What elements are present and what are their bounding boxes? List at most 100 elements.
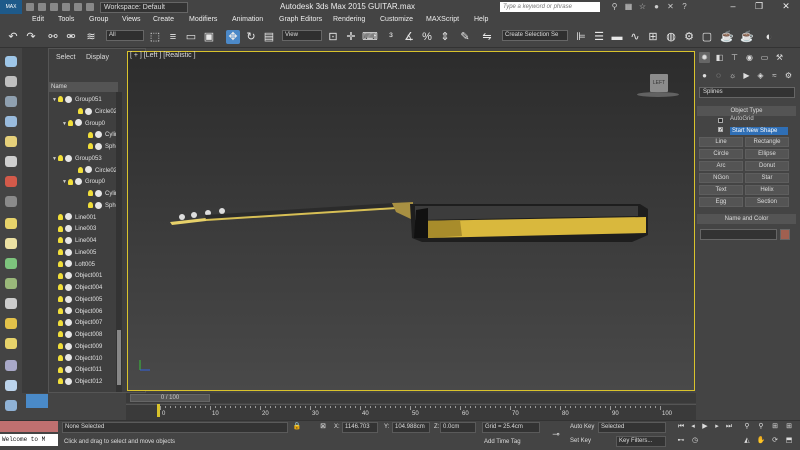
y-coord-field[interactable]: 104.988cm [392,422,430,433]
pivot-center-icon[interactable]: ⊡ [326,30,340,44]
explorer-row[interactable]: Sphe [82,201,119,211]
x-coord-field[interactable]: 1146.703 [342,422,378,433]
visibility-bulb-icon[interactable] [58,96,63,103]
viewcube[interactable]: LEFT [650,74,668,92]
layer-manager-icon[interactable]: ☰ [592,30,606,44]
help-icon[interactable]: ? [680,2,689,11]
visibility-bulb-icon[interactable] [58,296,63,303]
zoom-all-icon[interactable]: ⚲ [756,422,766,432]
set-key-button[interactable]: Set Key [570,436,591,447]
display-dependents-icon[interactable] [5,360,17,371]
visibility-bulb-icon[interactable] [58,319,63,326]
explorer-scroll-thumb[interactable] [117,330,121,385]
spinner-snap-icon[interactable]: ⇕ [438,30,452,44]
visibility-bulb-icon[interactable] [58,331,63,338]
render-production-icon[interactable]: ☕ [720,30,734,44]
zoom-extents-all-icon[interactable]: ⊞ [784,422,794,432]
key-filters-button[interactable]: Key Filters... [616,436,666,447]
open-file-icon[interactable] [38,3,46,11]
menu-customize[interactable]: Customize [380,16,413,23]
display-hidden-icon[interactable] [5,318,17,329]
render-setup-icon[interactable]: ⚙ [682,30,696,44]
explorer-row[interactable]: ▼ Group0 [62,119,105,129]
display-groups-icon[interactable] [5,218,17,229]
menu-create[interactable]: Create [153,16,174,23]
explorer-row[interactable]: Line001 [52,213,96,223]
field-of-view-icon[interactable]: ◭ [742,436,752,446]
visibility-bulb-icon[interactable] [88,190,93,197]
helpers-category-icon[interactable]: ◈ [755,70,766,81]
select-object-icon[interactable]: ⬚ [148,30,162,44]
menu-help[interactable]: Help [474,16,488,23]
percent-snap-icon[interactable]: % [420,30,434,44]
select-and-rotate-icon[interactable]: ↻ [244,30,258,44]
visibility-bulb-icon[interactable] [58,155,63,162]
window-crossing-icon[interactable]: ▣ [202,30,216,44]
selection-filter-dropdown[interactable]: All [106,30,144,41]
menu-edit[interactable]: Edit [32,16,44,23]
lock-cell-icon[interactable] [5,400,17,411]
visibility-bulb-icon[interactable] [78,166,83,173]
helix-button[interactable]: Helix [745,185,789,195]
explorer-tab-display[interactable]: Display [86,54,109,61]
select-by-name-icon[interactable]: ≡ [166,30,180,44]
display-xrefs-icon[interactable] [5,238,17,249]
explorer-row[interactable]: Object007 [52,318,102,328]
explorer-row[interactable]: Cylin [82,189,118,199]
teapot-render-icon[interactable]: ◐ [762,30,776,44]
visibility-bulb-icon[interactable] [58,366,63,373]
angle-snap-icon[interactable]: ∡ [402,30,416,44]
explorer-row[interactable]: Line004 [52,236,96,246]
ngon-button[interactable]: NGon [699,173,743,183]
visibility-bulb-icon[interactable] [58,237,63,244]
display-cameras-icon[interactable] [5,156,17,167]
undo-quick-icon[interactable] [62,3,70,11]
explorer-tab-select[interactable]: Select [56,54,75,61]
mirror-icon[interactable]: ⇋ [480,30,494,44]
explorer-row[interactable]: Object010 [52,354,102,364]
time-config-icon[interactable]: ◷ [690,436,700,446]
explorer-row[interactable]: Circle02 [72,166,117,176]
sync-selection-icon[interactable] [5,380,17,391]
explorer-row[interactable]: ▼ Group0 [62,177,105,187]
time-slider-thumb[interactable]: 0 / 100 [130,394,210,402]
maxscript-listener-pink[interactable] [0,421,58,432]
edit-named-selection-icon[interactable]: ✎ [458,30,472,44]
lock-selection-icon[interactable]: 🔒 [292,422,302,432]
rectangular-selection-icon[interactable]: ▭ [184,30,198,44]
modify-tab-icon[interactable]: ◧ [714,52,725,63]
viewport-label[interactable]: [ + ] [Left ] [Realistic ] [130,52,196,59]
select-and-scale-icon[interactable]: ▤ [262,30,276,44]
ellipse-button[interactable]: Ellipse [745,149,789,159]
visibility-bulb-icon[interactable] [58,260,63,267]
display-all-icon[interactable] [5,338,17,349]
z-coord-field[interactable]: 0.0cm [440,422,476,433]
object-name-input[interactable] [700,229,777,240]
new-file-icon[interactable] [26,3,34,11]
maximize-viewport-icon[interactable]: ⬒ [784,436,794,446]
visibility-bulb-icon[interactable] [58,354,63,361]
goto-start-icon[interactable]: ⏮ [676,422,686,432]
display-lights-icon[interactable] [5,136,17,147]
explorer-row[interactable]: Object009 [52,342,102,352]
explorer-row[interactable]: Object011 [52,365,102,375]
exchange-icon[interactable]: ✕ [666,2,675,11]
display-helpers-icon[interactable] [5,176,17,187]
visibility-bulb-icon[interactable] [88,143,93,150]
display-none-icon[interactable] [5,76,17,87]
star-icon[interactable]: ☆ [638,2,647,11]
align-icon[interactable]: ⊫ [574,30,588,44]
undo-icon[interactable]: ↶ [6,30,20,44]
redo-icon[interactable]: ↷ [24,30,38,44]
app-logo[interactable]: MAX [0,0,22,14]
bind-spacewarp-icon[interactable]: ≋ [84,30,98,44]
visibility-bulb-icon[interactable] [58,307,63,314]
section-button[interactable]: Section [745,197,789,207]
hierarchy-tab-icon[interactable]: ⊤ [729,52,740,63]
play-icon[interactable]: ▶ [700,422,710,432]
add-time-tag[interactable]: Add Time Tag [484,437,521,448]
text-button[interactable]: Text [699,185,743,195]
link-icon[interactable]: ⚯ [46,30,60,44]
visibility-bulb-icon[interactable] [88,131,93,138]
search-input[interactable]: Type a keyword or phrase [500,2,600,12]
